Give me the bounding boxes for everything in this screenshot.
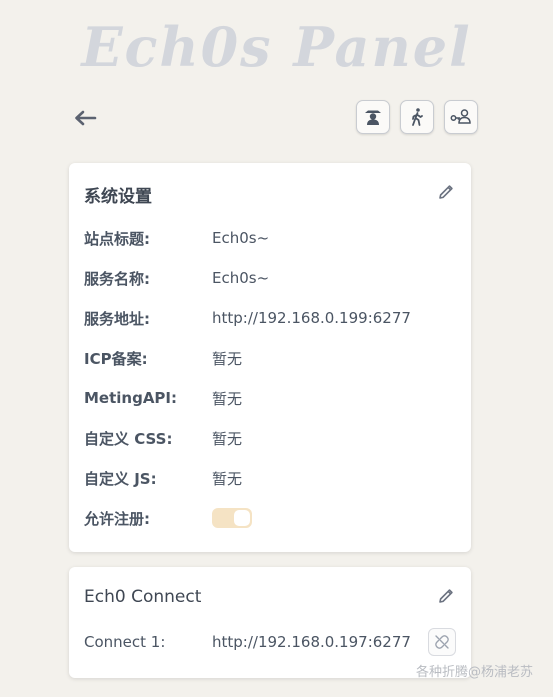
settings-row-service-url: 服务地址: http://192.168.0.199:6277 <box>84 307 411 329</box>
back-button[interactable] <box>70 104 100 132</box>
connect-label: Connect 1: <box>84 633 166 651</box>
row-label: 服务名称: <box>84 269 150 288</box>
row-value: http://192.168.0.199:6277 <box>212 309 411 327</box>
row-value: 暂无 <box>212 469 243 488</box>
settings-row-meting-api: MetingAPI: 暂无 <box>84 387 242 409</box>
row-value: 暂无 <box>212 349 243 368</box>
pencil-icon <box>439 589 453 603</box>
settings-row-allow-register: 允许注册: <box>84 507 252 529</box>
system-settings-title: 系统设置 <box>84 187 152 207</box>
settings-row-icp: ICP备案: 暂无 <box>84 347 242 369</box>
user-hat-button[interactable] <box>356 100 390 134</box>
settings-row-site-title: 站点标题: Ech0s~ <box>84 227 269 249</box>
row-label: ICP备案: <box>84 349 148 368</box>
user-key-icon <box>450 109 471 124</box>
walk-button[interactable] <box>400 100 434 134</box>
row-value: Ech0s~ <box>212 269 270 287</box>
watermark: 各种折腾@杨浦老苏 <box>415 665 533 680</box>
panel-title: Ech0s Panel <box>81 15 472 79</box>
arrow-left-icon <box>75 110 97 126</box>
row-label: 自定义 CSS: <box>84 429 173 448</box>
walking-person-icon <box>412 108 423 126</box>
disconnect-button[interactable] <box>428 628 456 656</box>
edit-system-settings-button[interactable] <box>436 182 456 202</box>
settings-row-custom-js: 自定义 JS: 暂无 <box>84 467 242 489</box>
settings-row-custom-css: 自定义 CSS: 暂无 <box>84 427 242 449</box>
row-label: 允许注册: <box>84 509 150 528</box>
allow-register-toggle[interactable] <box>212 508 252 528</box>
edit-connect-button[interactable] <box>436 586 456 606</box>
connect-url: http://192.168.0.197:6277 <box>212 633 411 651</box>
user-key-button[interactable] <box>444 100 478 134</box>
user-hat-icon <box>365 110 381 125</box>
row-label: 站点标题: <box>84 229 150 248</box>
row-label: 自定义 JS: <box>84 469 157 488</box>
connect-row: Connect 1: http://192.168.0.197:6277 <box>84 631 411 653</box>
system-settings-card: 系统设置 站点标题: Ech0s~ 服务名称: Ech0s~ 服务地址: htt… <box>69 163 471 552</box>
pencil-icon <box>439 185 453 199</box>
row-value: 暂无 <box>212 389 243 408</box>
settings-page: Ech0s Panel 系统设置 站点标题: Ech0s~ 服务名称: Ech0… <box>0 0 553 697</box>
row-label: MetingAPI: <box>84 389 178 407</box>
connect-title: Ech0 Connect <box>84 587 202 607</box>
toggle-knob <box>234 510 250 526</box>
row-value: 暂无 <box>212 429 243 448</box>
connect-card: Ech0 Connect Connect 1: http://192.168.0… <box>69 567 471 678</box>
row-label: 服务地址: <box>84 309 150 328</box>
row-value: Ech0s~ <box>212 229 270 247</box>
settings-row-service-name: 服务名称: Ech0s~ <box>84 267 269 289</box>
unlink-icon <box>435 635 449 649</box>
